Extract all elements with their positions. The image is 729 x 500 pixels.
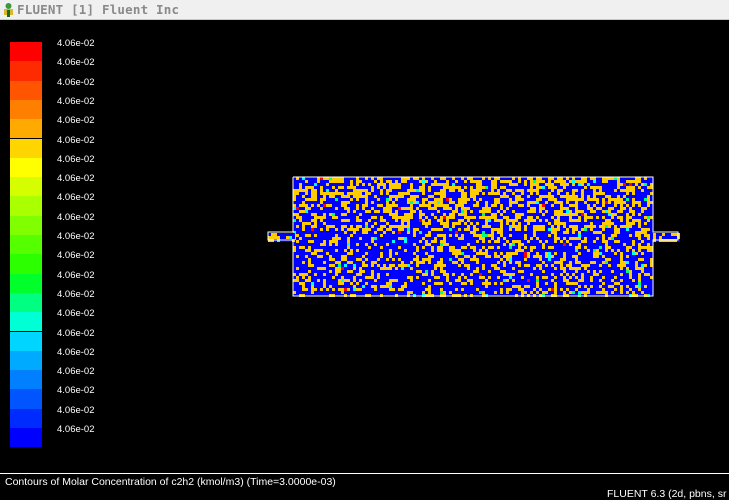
version-label: FLUENT 6.3 (2d, pbns, sr xyxy=(607,488,727,500)
plot-caption: Contours of Molar Concentration of c2h2 … xyxy=(5,476,336,488)
domain-outlet xyxy=(653,233,680,242)
window-title: FLUENT [1] Fluent Inc xyxy=(17,2,180,17)
contour-cells xyxy=(293,177,653,297)
domain-inlet xyxy=(268,233,295,242)
fluent-app-icon xyxy=(2,2,15,17)
caption-divider xyxy=(0,473,729,474)
graphics-viewport[interactable]: 4.06e-02 4.06e-02 4.06e-02 4.06e-02 4.06e-02… xyxy=(0,20,729,498)
title-bar[interactable]: FLUENT [1] Fluent Inc xyxy=(0,0,729,20)
contour-domain xyxy=(267,176,680,297)
